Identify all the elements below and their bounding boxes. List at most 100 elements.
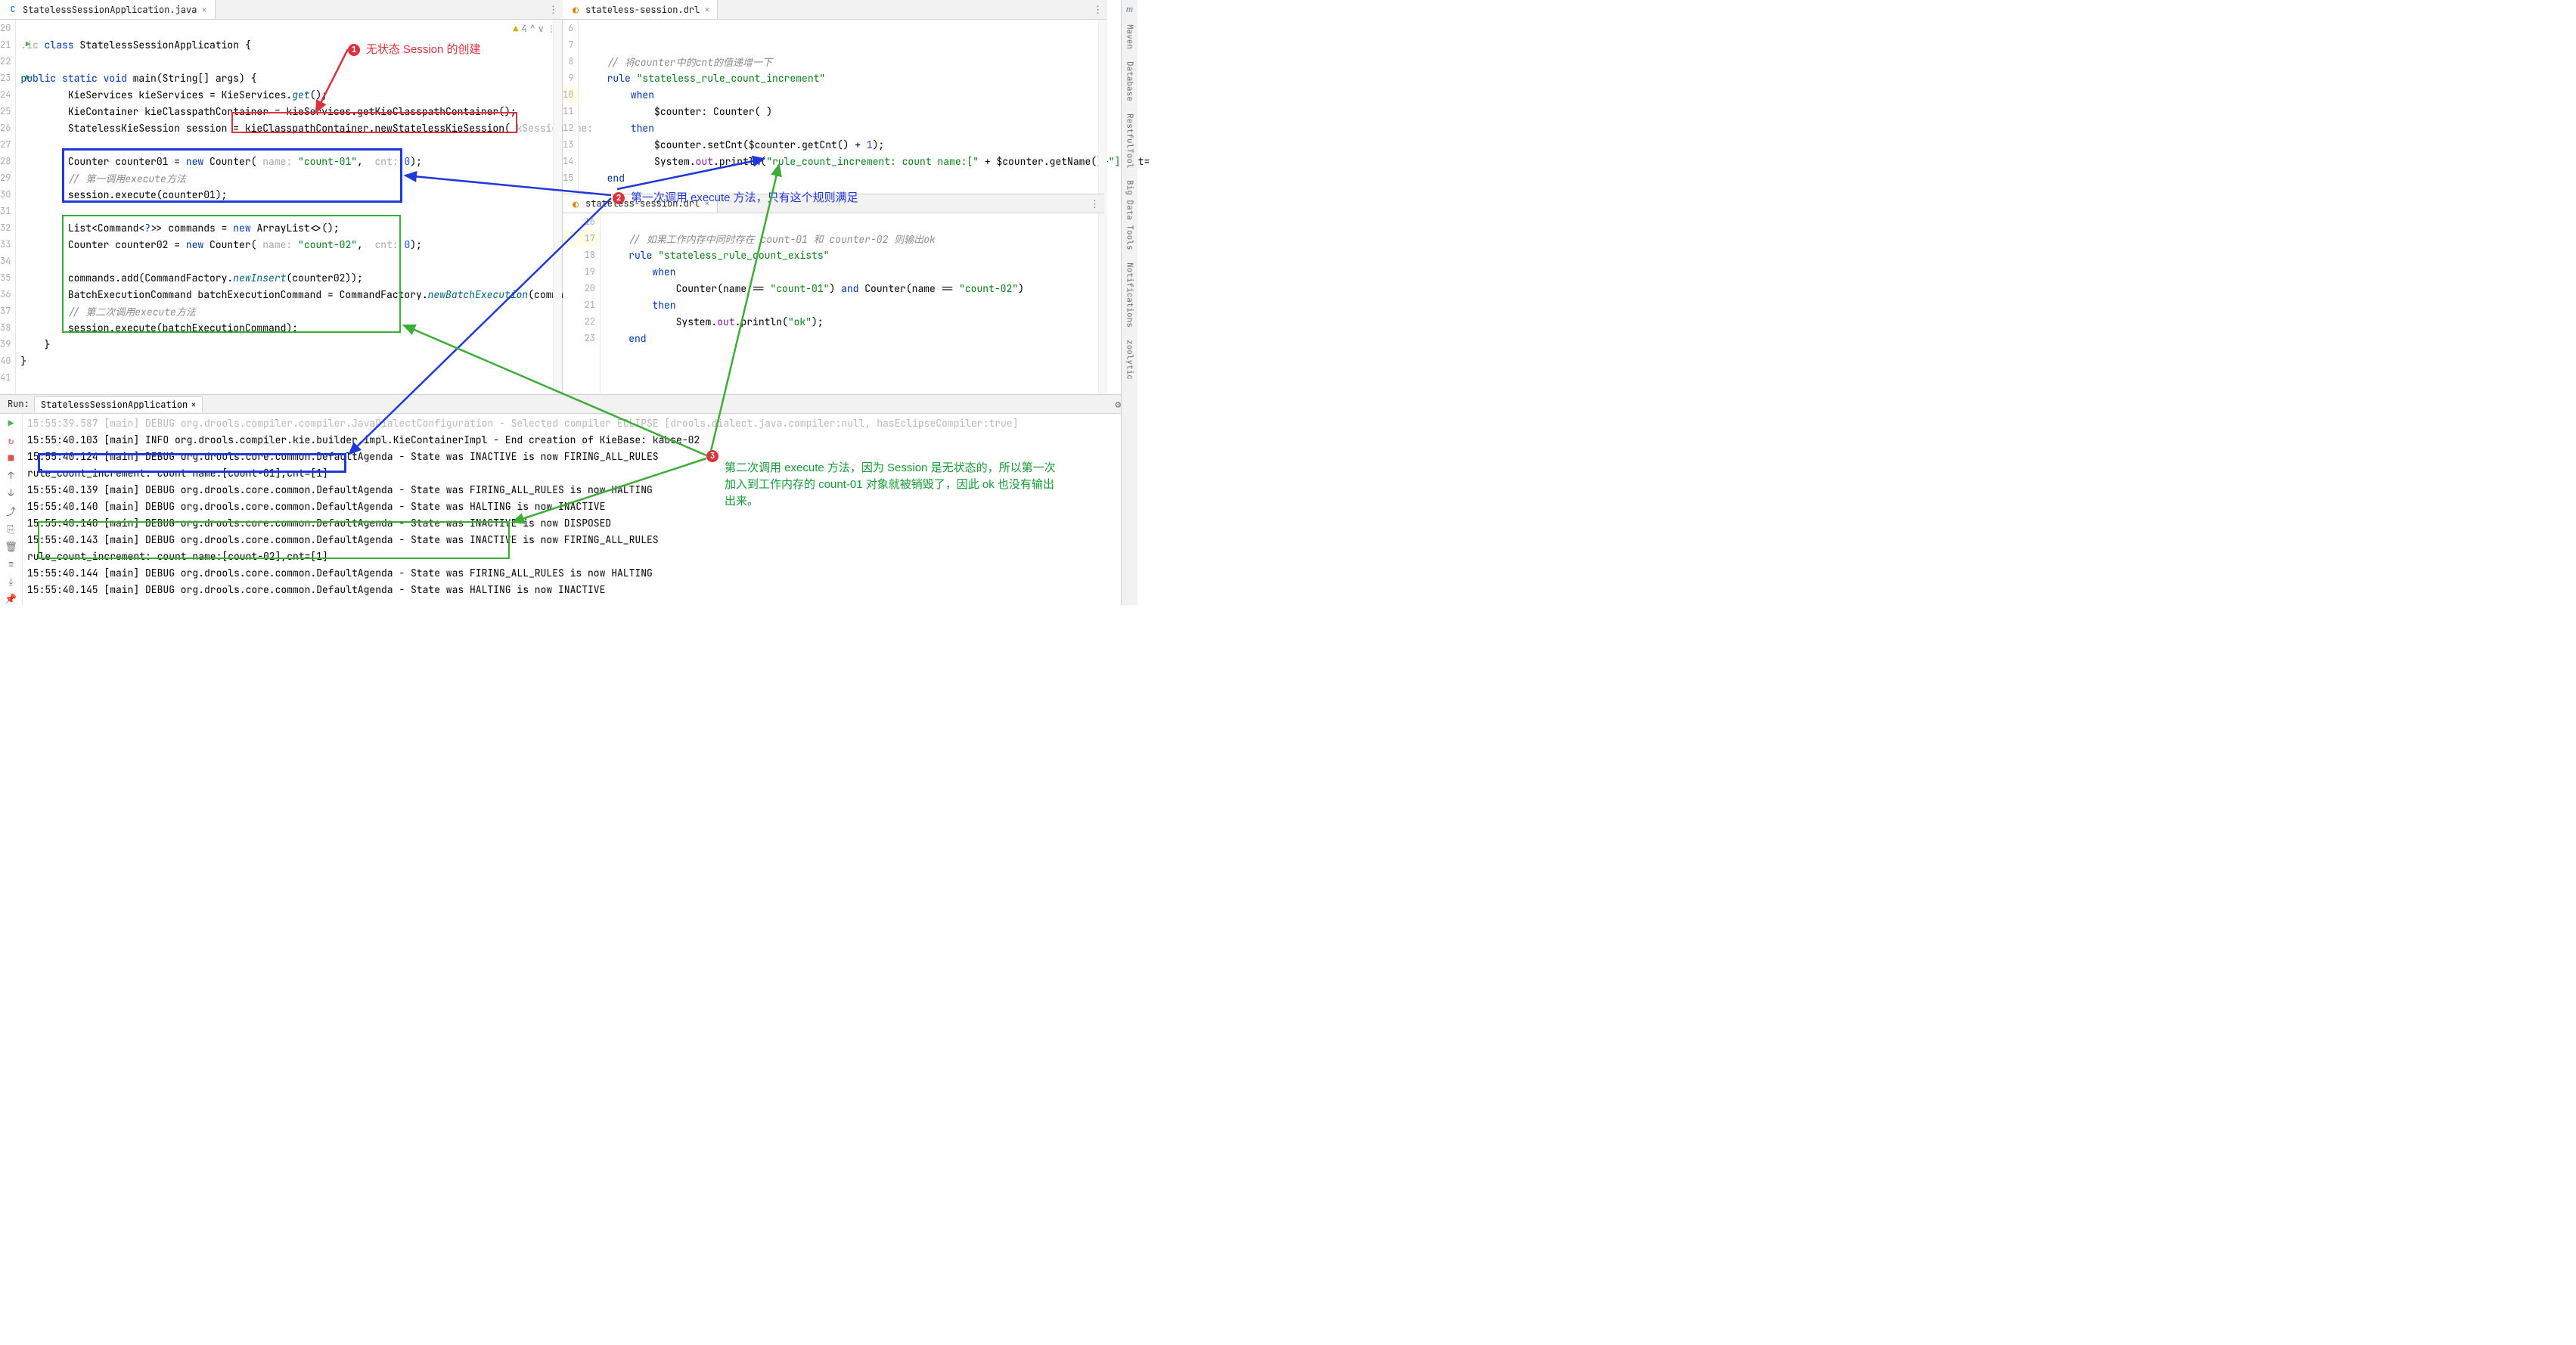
chevron-up-icon[interactable]: ^ [530,23,535,35]
gutter-line: 13 [563,136,578,153]
code-line: KieContainer kieClasspathContainer = kie… [20,103,593,120]
code-line: when [605,263,1107,280]
more-icon[interactable]: ⋮ [1090,197,1100,210]
gutter-line: 21 [563,297,600,313]
code-line [20,203,593,219]
gutter-line: 32 [0,219,15,236]
code-line [20,369,593,386]
bigdatatools-toolwindow[interactable]: Big Data Tools [1123,174,1137,256]
run-label: Run: [3,398,34,410]
gutter-line: 12 [563,120,578,136]
code-line: // 第一调用execute方法 [20,169,593,186]
gutter-line: 6 [563,20,578,36]
left-gutter: 2021▶2223▶242526272829303132333435363738… [0,20,16,394]
notifications-toolwindow[interactable]: Notifications [1123,256,1137,334]
code-line: then [605,297,1107,313]
export-button[interactable]: ⤴ [4,504,19,518]
code-line: StatelessKieSession session = kieClasspa… [20,120,593,136]
stop-button[interactable]: ■ [4,452,19,464]
right-bottom-code[interactable]: // 如果工作内存中同时存在 count-01 和 counter-02 则输出… [601,213,1107,394]
maven-toolwindow[interactable]: Maven [1123,18,1137,55]
gutter-line: 23▶ [0,70,15,86]
gutter-line: 20 [0,20,15,36]
java-file-icon: C [8,5,18,15]
soft-wrap-button[interactable]: ≡ [4,558,19,570]
code-line: then [583,120,1150,136]
gutter-line: 9 [563,70,578,86]
console-line: rule_count_increment: count name:[count-… [27,548,1133,565]
code-line [583,20,1150,36]
console-line: 15:55:40.145 [main] DEBUG org.drools.cor… [27,582,1133,598]
down-stack-button[interactable]: ↓ [4,486,19,499]
close-icon[interactable]: × [704,197,709,210]
run-config-tab[interactable]: StatelessSessionApplication × [34,396,203,412]
left-editor-tabrow: C StatelessSessionApplication.java × ⋮ [0,0,563,20]
code-line [20,53,593,70]
gutter-line: 21▶ [0,36,15,53]
warning-icon: ▲ [513,23,518,35]
tab-drl-file[interactable]: ◐ stateless-session.drl × [563,0,718,19]
gutter-line: 28 [0,153,15,169]
gutter-line: 30 [0,186,15,203]
database-toolwindow[interactable]: Database [1123,55,1137,107]
pin-button[interactable]: 📌 [4,592,19,605]
tab-java-file[interactable]: C StatelessSessionApplication.java × [0,0,216,19]
gutter-line: 35 [0,269,15,286]
more-icon[interactable]: ⋮ [548,3,558,16]
code-line: // 将counter中的cnt的值递增一下 [583,53,1150,70]
gutter-line: 33 [0,236,15,253]
close-icon[interactable]: × [191,399,196,411]
tab-drl-file-2[interactable]: ◐ stateless-session.drl × [563,194,718,213]
left-editor[interactable]: 2021▶2223▶242526272829303132333435363738… [0,20,563,394]
chevron-down-icon[interactable]: v [538,23,544,35]
gutter-line: 26 [0,120,15,136]
scroll-to-end-button[interactable]: ⤓ [4,575,19,588]
left-code[interactable]: .ic class StatelessSessionApplication {p… [16,20,593,394]
code-line: Counter(name == "count-01") and Counter(… [605,280,1107,297]
run-output[interactable]: 15:55:39.587 [main] DEBUG org.drools.com… [23,414,1137,605]
gutter-line: 31 [0,203,15,219]
code-line: $counter: Counter( ) [583,103,1150,120]
print-button[interactable]: ⎘ [4,523,19,536]
close-icon[interactable]: × [201,4,206,16]
tab-label: StatelessSessionApplication.java [23,4,197,16]
code-line: session.execute(counter01); [20,186,593,203]
console-line: 15:55:40.144 [main] DEBUG org.drools.cor… [27,565,1133,582]
code-line: System.out.println("ok"); [605,313,1107,330]
left-scroll-stripe[interactable] [553,20,562,394]
gutter-line: 38 [0,319,15,336]
up-stack-button[interactable]: ↑ [4,469,19,482]
code-line: Counter counter01 = new Counter( name: "… [20,153,593,169]
console-line: rule_count_increment: count name:[count-… [27,465,1133,482]
right-bottom-scroll-stripe[interactable] [1098,213,1107,394]
gear-icon[interactable]: ⚙ [1115,398,1121,411]
zoolytic-toolwindow[interactable]: zoolytic [1123,334,1137,386]
gutter-line: 7 [563,36,578,53]
gutter-line: 15 [563,169,578,186]
code-line: System.out.println("rule_count_increment… [583,153,1150,169]
gutter-line: 37 [0,303,15,319]
rerun-button[interactable]: ▶ [4,417,19,430]
right-editor-bottom[interactable]: 1617181920212223 // 如果工作内存中同时存在 count-01… [563,213,1107,394]
console-line: 15:55:39.587 [main] DEBUG org.drools.com… [27,415,1133,432]
code-line [20,20,593,36]
more-icon[interactable]: ⋮ [1093,3,1103,16]
gutter-line: 19 [563,263,600,280]
run-toolbar: ▶ ↻ ■ ↑ ↓ ⤴ ⎘ 🗑 ≡ ⤓ 📌 [0,414,23,605]
right-editor-tabrow: ◐ stateless-session.drl × ⋮ [563,0,1107,20]
code-line: KieServices kieServices = KieServices.ge… [20,86,593,103]
code-line: Counter counter02 = new Counter( name: "… [20,236,593,253]
code-line: } [20,353,593,369]
close-icon[interactable]: × [704,4,709,16]
console-line: 15:55:40.124 [main] DEBUG org.drools.cor… [27,449,1133,465]
code-line: .ic class StatelessSessionApplication { [20,36,593,53]
gutter-line: 17 [563,230,600,247]
right-editor-bottom-tabrow: ◐ stateless-session.drl × ⋮ [563,194,1104,213]
tab-label: stateless-session.drl [585,4,700,16]
code-line: commands.add(CommandFactory.newInsert(co… [20,269,593,286]
delete-button[interactable]: 🗑 [4,540,19,553]
restfultool-toolwindow[interactable]: RestfulTool [1123,107,1137,175]
rerun-failed-button[interactable]: ↻ [4,434,19,447]
gutter-line: 39 [0,336,15,353]
inspection-widget[interactable]: ▲ 4 ^ v ⋮ [513,23,556,35]
